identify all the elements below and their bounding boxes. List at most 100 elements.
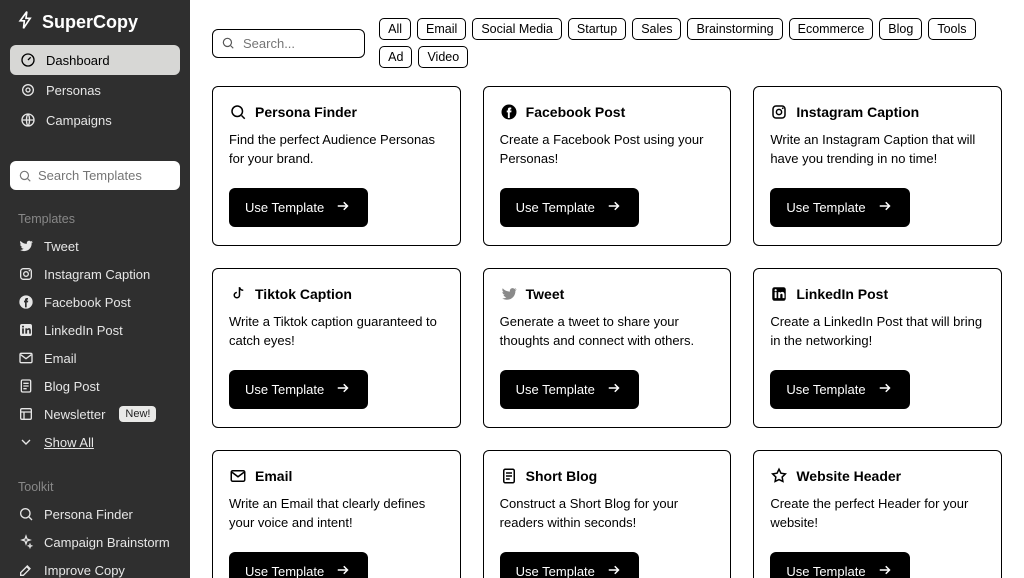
nav-item-label: Dashboard xyxy=(46,53,110,68)
template-card-tweet: Tweet Generate a tweet to share your tho… xyxy=(483,268,732,428)
arrow-right-icon xyxy=(334,561,352,578)
linkedin-icon xyxy=(770,285,788,303)
filter-tags: All Email Social Media Startup Sales Brainsto… xyxy=(379,18,1002,68)
use-template-button[interactable]: Use Template xyxy=(229,188,368,227)
card-header: Persona Finder xyxy=(229,103,444,121)
template-card-email: Email Write an Email that clearly define… xyxy=(212,450,461,578)
use-template-button[interactable]: Use Template xyxy=(500,188,639,227)
arrow-right-icon xyxy=(876,379,894,400)
arrow-right-icon xyxy=(605,561,623,578)
sidebar-search-input[interactable] xyxy=(10,161,180,190)
filter-tag-brainstorming[interactable]: Brainstorming xyxy=(687,18,782,40)
nav-item-personas[interactable]: Personas xyxy=(10,75,180,105)
doc-icon xyxy=(18,378,34,394)
card-title: Website Header xyxy=(796,468,901,484)
template-item-label: Tweet xyxy=(44,239,79,254)
edit-icon xyxy=(18,562,34,578)
filter-tag-ad[interactable]: Ad xyxy=(379,46,412,68)
global-search xyxy=(212,29,365,58)
template-item-show-all[interactable]: Show All xyxy=(10,428,180,456)
template-item-blog-post[interactable]: Blog Post xyxy=(10,372,180,400)
arrow-right-icon xyxy=(334,379,352,400)
filter-tag-ecommerce[interactable]: Ecommerce xyxy=(789,18,874,40)
template-item-label: Blog Post xyxy=(44,379,100,394)
template-item-linkedin-post[interactable]: LinkedIn Post xyxy=(10,316,180,344)
template-item-email[interactable]: Email xyxy=(10,344,180,372)
card-title: Tweet xyxy=(526,286,565,302)
template-item-newsletter[interactable]: NewsletterNew! xyxy=(10,400,180,428)
toolkit-item-label: Campaign Brainstorm xyxy=(44,535,170,550)
mail-icon xyxy=(229,467,247,485)
use-template-button[interactable]: Use Template xyxy=(229,552,368,578)
filter-tag-social-media[interactable]: Social Media xyxy=(472,18,562,40)
card-description: Write an Instagram Caption that will hav… xyxy=(770,131,985,172)
search-icon xyxy=(18,506,34,522)
card-title: Short Blog xyxy=(526,468,598,484)
card-header: Short Blog xyxy=(500,467,715,485)
filter-tag-tools[interactable]: Tools xyxy=(928,18,975,40)
template-item-tweet[interactable]: Tweet xyxy=(10,232,180,260)
template-item-label: Email xyxy=(44,351,77,366)
template-item-label: Instagram Caption xyxy=(44,267,150,282)
card-title: Facebook Post xyxy=(526,104,626,120)
template-card-facebook-post: Facebook Post Create a Facebook Post usi… xyxy=(483,86,732,246)
use-template-label: Use Template xyxy=(786,200,865,215)
template-card-short-blog: Short Blog Construct a Short Blog for yo… xyxy=(483,450,732,578)
template-item-facebook-post[interactable]: Facebook Post xyxy=(10,288,180,316)
arrow-right-icon xyxy=(605,197,623,218)
card-description: Construct a Short Blog for your readers … xyxy=(500,495,715,536)
card-description: Write an Email that clearly defines your… xyxy=(229,495,444,536)
use-template-button[interactable]: Use Template xyxy=(500,370,639,409)
use-template-button[interactable]: Use Template xyxy=(770,552,909,578)
chevron-down-icon xyxy=(18,434,34,450)
toolkit-item-label: Persona Finder xyxy=(44,507,133,522)
primary-nav: Dashboard Personas Campaigns xyxy=(0,45,190,135)
search-icon xyxy=(221,36,235,50)
filter-tag-sales[interactable]: Sales xyxy=(632,18,681,40)
card-description: Create the perfect Header for your websi… xyxy=(770,495,985,536)
use-template-label: Use Template xyxy=(245,564,324,578)
filter-tag-blog[interactable]: Blog xyxy=(879,18,922,40)
main-content: All Email Social Media Startup Sales Brainsto… xyxy=(190,0,1024,578)
template-card-persona-finder: Persona Finder Find the perfect Audience… xyxy=(212,86,461,246)
filter-tag-startup[interactable]: Startup xyxy=(568,18,626,40)
card-description: Write a Tiktok caption guaranteed to cat… xyxy=(229,313,444,354)
toolkit-item-campaign-brainstorm[interactable]: Campaign Brainstorm xyxy=(10,528,180,556)
use-template-button[interactable]: Use Template xyxy=(500,552,639,578)
template-card-instagram-caption: Instagram Caption Write an Instagram Cap… xyxy=(753,86,1002,246)
use-template-button[interactable]: Use Template xyxy=(770,370,909,409)
toolkit-item-improve-copy[interactable]: Improve Copy xyxy=(10,556,180,578)
use-template-label: Use Template xyxy=(516,382,595,397)
nav-item-dashboard[interactable]: Dashboard xyxy=(10,45,180,75)
card-title: LinkedIn Post xyxy=(796,286,888,302)
use-template-label: Use Template xyxy=(516,564,595,578)
bolt-icon xyxy=(16,10,36,35)
use-template-label: Use Template xyxy=(786,382,865,397)
filter-tag-all[interactable]: All xyxy=(379,18,411,40)
template-card-linkedin-post: LinkedIn Post Create a LinkedIn Post tha… xyxy=(753,268,1002,428)
nav-item-label: Campaigns xyxy=(46,113,112,128)
toolkit-item-persona-finder[interactable]: Persona Finder xyxy=(10,500,180,528)
globe-icon xyxy=(20,112,36,128)
filter-tag-video[interactable]: Video xyxy=(418,46,468,68)
card-title: Tiktok Caption xyxy=(255,286,352,302)
card-title: Email xyxy=(255,468,292,484)
templates-section-label: Templates xyxy=(0,206,190,232)
template-cards: Persona Finder Find the perfect Audience… xyxy=(212,86,1002,578)
sparkle-icon xyxy=(18,534,34,550)
nav-item-label: Personas xyxy=(46,83,101,98)
instagram-icon xyxy=(18,266,34,282)
template-item-label: LinkedIn Post xyxy=(44,323,123,338)
filter-tag-email[interactable]: Email xyxy=(417,18,466,40)
nav-item-campaigns[interactable]: Campaigns xyxy=(10,105,180,135)
topbar: All Email Social Media Startup Sales Brainsto… xyxy=(212,18,1002,68)
doc-icon xyxy=(500,467,518,485)
template-item-instagram-caption[interactable]: Instagram Caption xyxy=(10,260,180,288)
use-template-button[interactable]: Use Template xyxy=(229,370,368,409)
app-name: SuperCopy xyxy=(42,12,138,33)
use-template-button[interactable]: Use Template xyxy=(770,188,909,227)
card-header: LinkedIn Post xyxy=(770,285,985,303)
template-card-tiktok-caption: Tiktok Caption Write a Tiktok caption gu… xyxy=(212,268,461,428)
arrow-right-icon xyxy=(605,379,623,400)
toolkit-section-label: Toolkit xyxy=(0,474,190,500)
